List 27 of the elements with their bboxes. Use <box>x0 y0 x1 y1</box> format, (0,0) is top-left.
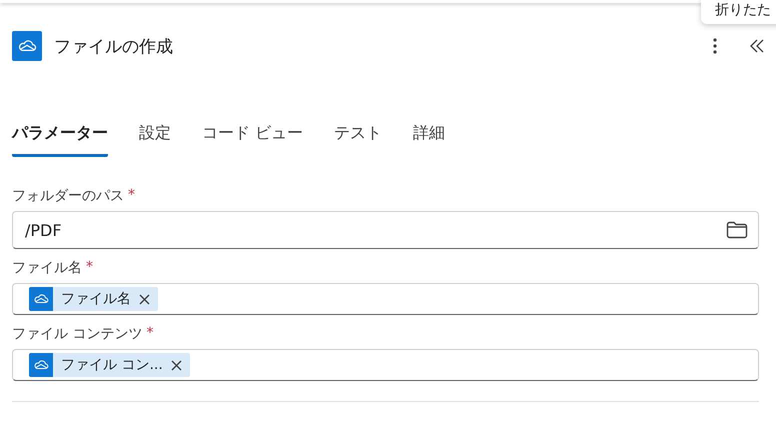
tab[interactable]: テスト <box>334 115 382 157</box>
folder-icon[interactable] <box>726 221 748 239</box>
required-mark: * <box>146 325 154 343</box>
cloud-icon <box>12 31 42 61</box>
tab[interactable]: コード ビュー <box>202 115 304 157</box>
field-label: フォルダーのパス <box>12 187 124 205</box>
token-field[interactable]: ファイル名 <box>12 283 759 315</box>
cloud-icon <box>29 353 53 377</box>
token-chip[interactable]: ファイル コン... <box>29 353 190 377</box>
collapse-icon[interactable] <box>750 39 764 53</box>
panel-title: ファイルの作成 <box>54 36 174 58</box>
required-mark: * <box>128 187 135 205</box>
tab[interactable]: 詳細 <box>413 115 446 157</box>
cloud-icon <box>29 287 53 311</box>
field-label: ファイル名 <box>12 259 82 277</box>
required-mark: * <box>86 259 93 277</box>
close-icon[interactable] <box>170 360 182 370</box>
tab[interactable]: パラメーター <box>12 115 108 157</box>
token-chip[interactable]: ファイル名 <box>29 287 158 311</box>
field-label: ファイル コンテンツ <box>12 325 142 343</box>
token-field[interactable]: ファイル コン... <box>12 349 759 381</box>
path-field[interactable]: /PDF <box>12 211 759 249</box>
more-options-icon[interactable] <box>712 37 718 55</box>
tooltip: 折りたた <box>701 0 776 24</box>
close-icon[interactable] <box>139 294 150 304</box>
field-value: /PDF <box>25 220 62 240</box>
tab[interactable]: 設定 <box>139 115 171 157</box>
